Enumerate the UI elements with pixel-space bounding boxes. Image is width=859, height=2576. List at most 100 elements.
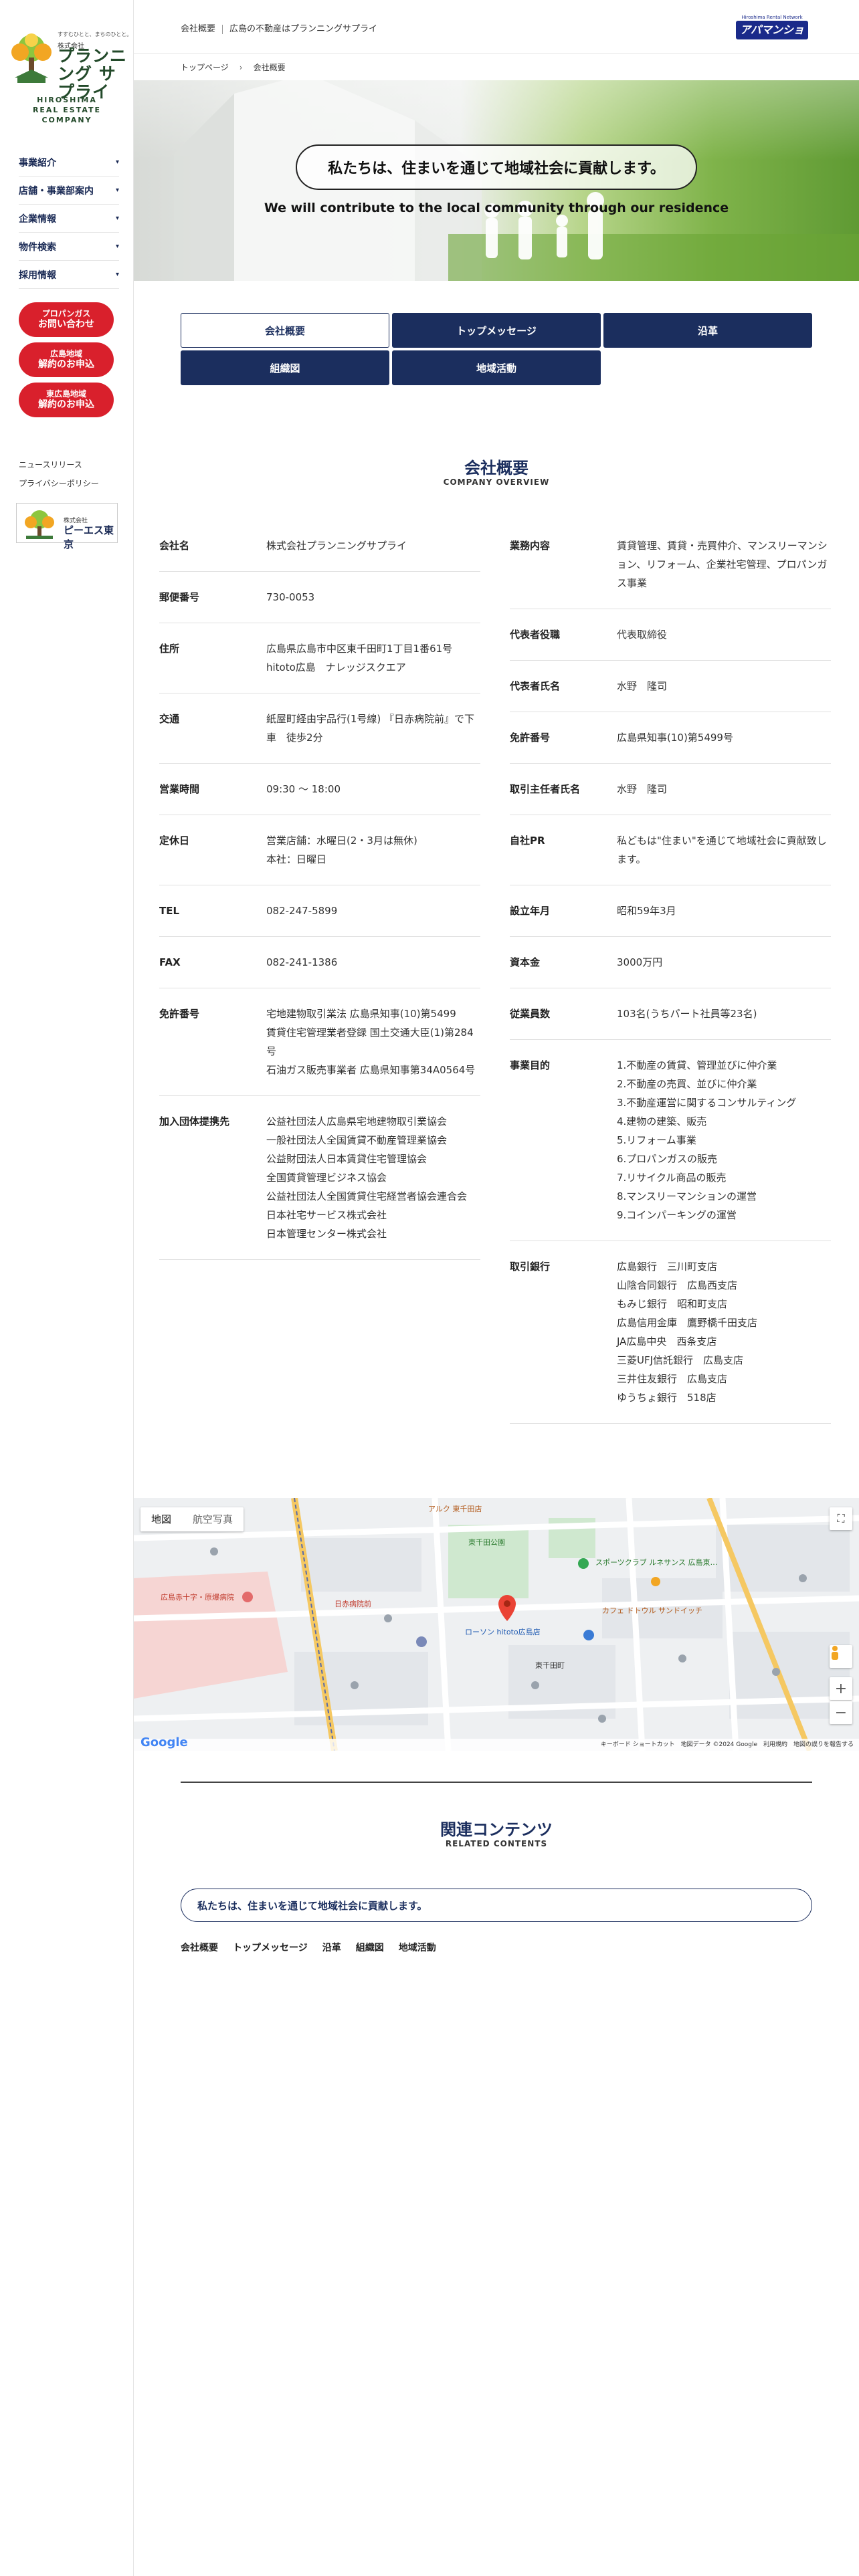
sidebar-item-company[interactable]: 企業情報 ▾	[19, 205, 119, 233]
info-value: 宅地建物取引業法 広島県知事(10)第5499 賃貸住宅管理業者登録 国土交通大…	[266, 1008, 476, 1076]
cta-line1: 東広島地域	[45, 389, 86, 399]
fullscreen-icon: ⛶	[837, 1512, 845, 1525]
map-label: スポーツクラブ ルネサンス 広島東…	[595, 1558, 718, 1567]
sidebar-item-stores[interactable]: 店舗・事業部案内 ▾	[19, 177, 119, 205]
map-label: 日赤病院前	[335, 1600, 371, 1608]
sidebar-item-label: 店舗・事業部案内	[19, 185, 94, 197]
privacy-policy-link[interactable]: プライバシーポリシー	[19, 477, 99, 489]
info-value: 広島県広島市中区東千田町1丁目1番61号 hitoto広島 ナレッジスクエア	[266, 643, 453, 673]
zoom-in-button[interactable]: +	[830, 1677, 852, 1700]
info-row: 事業目的 1.不動産の賃貸、管理並びに仲介業 2.不動産の売買、並びに仲介業 3.…	[510, 1040, 831, 1241]
info-key: 代表者氏名	[510, 680, 561, 692]
info-key: 取引主任者氏名	[510, 783, 581, 795]
info-row: 会社名 株式会社プランニングサプライ	[159, 520, 480, 572]
info-value: 09:30 〜 18:00	[266, 783, 341, 795]
ps-tokyo-banner[interactable]: 株式会社 ピーエス東京	[16, 503, 118, 550]
info-row: 定休日 営業店舗：水曜日(2・3月は無休) 本社：日曜日	[159, 815, 480, 885]
plus-icon: +	[834, 1680, 848, 1697]
cta-line1: 広島地域	[50, 349, 82, 358]
header-title: 会社概要 広島の不動産はプランニングサプライ	[181, 21, 377, 34]
breadcrumb-current: 会社概要	[253, 63, 286, 72]
hero-title: 私たちは、住まいを通じて地域社会に貢献します。	[296, 144, 697, 190]
info-row: TEL 082-247-5899	[159, 885, 480, 937]
related-link-community[interactable]: 地域活動	[399, 1941, 436, 1954]
sidebar-nav: 事業紹介 ▾ 店舗・事業部案内 ▾ 企業情報 ▾ 物件検索 ▾ 採用情報 ▾	[19, 148, 119, 289]
info-value: 082-247-5899	[266, 905, 338, 917]
info-key: 資本金	[510, 956, 541, 968]
info-value: 私どもは"住まい"を通じて地域社会に貢献致します。	[617, 835, 827, 865]
info-value: 広島県知事(10)第5499号	[617, 732, 733, 744]
higashihiroshima-cancel-button[interactable]: 東広島地域 解約のお申込	[19, 383, 114, 417]
related-links: 会社概要 トップメッセージ 沿革 組織図 地域活動	[181, 1941, 436, 1954]
info-key: 設立年月	[510, 905, 551, 917]
info-row: 代表者氏名 水野 隆司	[510, 661, 831, 712]
google-logo: Google	[140, 1735, 188, 1749]
info-key: 住所	[159, 643, 180, 655]
info-row: 営業時間 09:30 〜 18:00	[159, 764, 480, 815]
google-map[interactable]: アルク 東千田店 日赤病院前 東千田公園 スポーツクラブ ルネサンス 広島東… …	[134, 1498, 859, 1751]
street-view-button[interactable]	[830, 1645, 852, 1668]
map-label: 広島赤十字・原爆病院	[161, 1593, 234, 1602]
related-link-overview[interactable]: 会社概要	[181, 1941, 218, 1954]
info-value: 1.不動産の賃貸、管理並びに仲介業 2.不動産の売買、並びに仲介業 3.不動産運…	[617, 1059, 797, 1221]
tab-company-overview[interactable]: 会社概要	[181, 313, 389, 348]
map-footer[interactable]: キーボード ショートカット 地図データ ©2024 Google 利用規約 地図…	[134, 1739, 859, 1751]
news-release-link[interactable]: ニュースリリース	[19, 459, 82, 470]
logo-tagline: すすむひとと、まちのひとと。	[58, 31, 132, 37]
info-value: 広島銀行 三川町支店 山陰合同銀行 広島西支店 もみじ銀行 昭和町支店 広島信用…	[617, 1261, 758, 1404]
minus-icon: −	[834, 1704, 848, 1721]
zoom-out-button[interactable]: −	[830, 1701, 852, 1724]
info-value: 株式会社プランニングサプライ	[266, 540, 407, 552]
map-canvas	[134, 1498, 859, 1751]
breadcrumb-home[interactable]: トップページ	[181, 63, 229, 72]
info-value: 103名(うちパート社員等23名)	[617, 1008, 757, 1020]
propane-contact-button[interactable]: プロパンガス お問い合わせ	[19, 302, 114, 337]
info-row: 交通 紙屋町経由宇品行(1号線) 『日赤病院前』で下車 徒歩2分	[159, 693, 480, 764]
info-value: 賃貸管理、賃貸・売買仲介、マンスリーマンション、リフォーム、企業社宅管理、プロパ…	[617, 540, 828, 589]
tab-community[interactable]: 地域活動	[392, 350, 601, 385]
info-key: 交通	[159, 713, 180, 725]
tab-history[interactable]: 沿革	[603, 313, 812, 348]
header-page: 会社概要	[181, 24, 216, 34]
sidebar-item-property[interactable]: 物件検索 ▾	[19, 233, 119, 261]
info-row: 設立年月 昭和59年3月	[510, 885, 831, 937]
sidebar-item-label: 物件検索	[19, 241, 56, 253]
tab-top-message[interactable]: トップメッセージ	[392, 313, 601, 348]
map-label: 東千田町	[535, 1661, 565, 1670]
sidebar-item-business[interactable]: 事業紹介 ▾	[19, 148, 119, 177]
hiroshima-cancel-button[interactable]: 広島地域 解約のお申込	[19, 342, 114, 377]
related-link-history[interactable]: 沿革	[322, 1941, 341, 1954]
related-message-link[interactable]: 私たちは、住まいを通じて地域社会に貢献します。	[181, 1889, 812, 1922]
info-key: 自社PR	[510, 835, 545, 847]
apaman-name: アパマンショップ	[736, 21, 808, 52]
info-key: TEL	[159, 905, 180, 917]
map-tab-roadmap[interactable]: 地図	[140, 1507, 182, 1531]
chevron-down-icon: ▾	[115, 187, 119, 194]
info-value: 3000万円	[617, 956, 663, 968]
chevron-down-icon: ▾	[115, 271, 119, 278]
apaman-tagline: Hiroshima Rental Network	[741, 15, 803, 20]
tab-organization[interactable]: 組織図	[181, 350, 389, 385]
info-key: 取引銀行	[510, 1261, 551, 1273]
cta-line2: 解約のお申込	[38, 399, 94, 410]
breadcrumb: トップページ › 会社概要	[181, 62, 286, 73]
info-row: 自社PR 私どもは"住まい"を通じて地域社会に貢献致します。	[510, 815, 831, 885]
sidebar-item-label: 企業情報	[19, 213, 56, 225]
chevron-down-icon: ▾	[115, 215, 119, 222]
sidebar: すすむひとと、まちのひとと。 株式会社 プランニング サプライ HIROSHIM…	[0, 0, 134, 2576]
info-row: 免許番号 広島県知事(10)第5499号	[510, 712, 831, 764]
info-value: 公益社団法人広島県宅地建物取引業協会 一般社団法人全国賃貸不動産管理業協会 公益…	[266, 1115, 468, 1240]
section-title: 会社概要	[464, 459, 529, 477]
sidebar-item-recruit[interactable]: 採用情報 ▾	[19, 261, 119, 289]
apaman-shop-logo[interactable]: Hiroshima Rental Network アパマンショップ	[736, 15, 808, 52]
info-row: 郵便番号 730-0053	[159, 572, 480, 623]
info-key: 郵便番号	[159, 591, 200, 603]
related-link-message[interactable]: トップメッセージ	[233, 1941, 308, 1954]
related-link-organization[interactable]: 組織図	[356, 1941, 384, 1954]
logo-en: HIROSHIMA REAL ESTATE COMPANY	[7, 95, 127, 125]
info-value: 営業店舗：水曜日(2・3月は無休) 本社：日曜日	[266, 835, 417, 865]
fullscreen-button[interactable]: ⛶	[830, 1507, 852, 1530]
map-label: カフェ ドトウル サンドイッチ	[602, 1606, 702, 1615]
map-tab-satellite[interactable]: 航空写真	[182, 1507, 244, 1531]
info-key: 営業時間	[159, 783, 200, 795]
